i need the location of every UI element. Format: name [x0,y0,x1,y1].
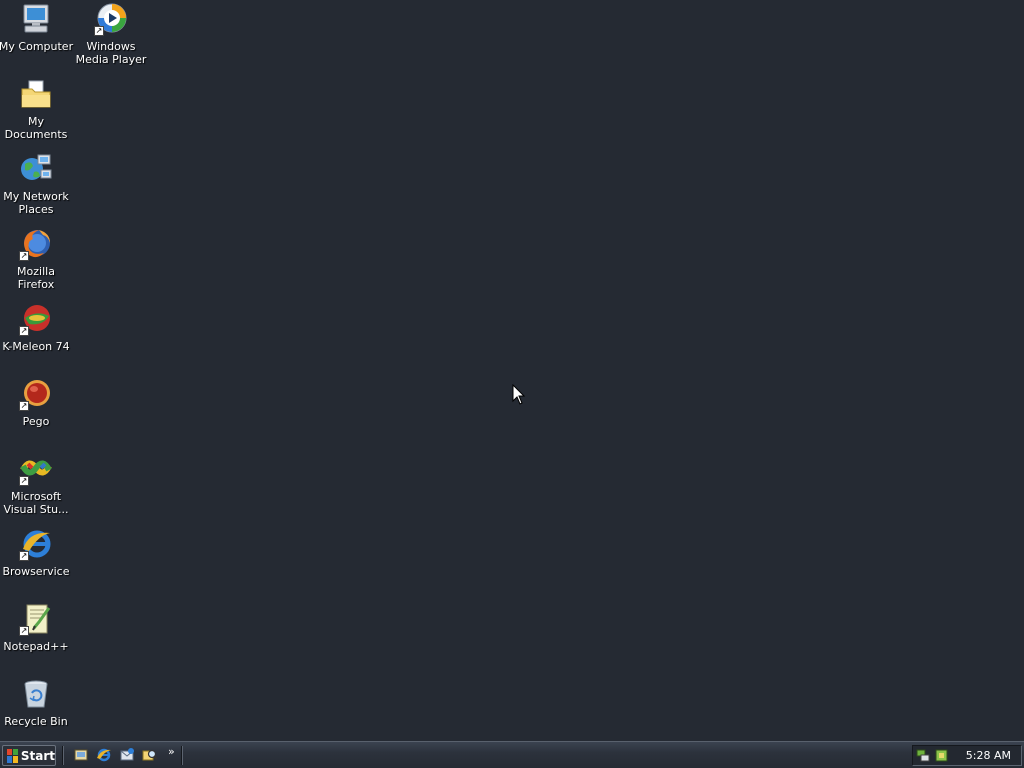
shortcut-arrow-icon: ↗ [19,551,29,561]
shortcut-arrow-icon: ↗ [19,401,29,411]
desktop-icon-label: K-Meleon 74 [2,340,70,353]
desktop-icon-label: My Documents [4,115,68,141]
desktop-icon-k-meleon-74[interactable]: ↗ K-Meleon 74 [0,302,72,353]
recycle-bin-icon [19,677,53,711]
tray-clock[interactable]: 5:28 AM [966,749,1011,762]
network-places-icon [19,152,53,186]
desktop-icon-label: Recycle Bin [4,715,68,728]
desktop-icon-windows-media-player[interactable]: ↗ Windows Media Player [75,2,147,66]
shortcut-arrow-icon: ↗ [19,626,29,636]
shortcut-arrow-icon: ↗ [19,476,29,486]
system-tray: 5:28 AM [912,745,1022,766]
taskbar-separator [181,746,183,765]
shortcut-arrow-icon: ↗ [19,326,29,336]
taskbar-separator [62,746,64,765]
desktop-icon-label: Microsoft Visual Stu... [3,490,69,516]
search-icon[interactable] [142,747,158,763]
desktop-icon-browservice[interactable]: ↗ Browservice [0,527,72,578]
documents-folder-icon [19,77,53,111]
desktop-icon-label: Notepad++ [3,640,69,653]
show-desktop-icon[interactable] [73,747,89,763]
desktop-icon-pego[interactable]: ↗ Pego [0,377,72,428]
desktop-icon-notepad-plus-plus[interactable]: ↗ Notepad++ [0,602,72,653]
desktop-icon-label: Windows Media Player [75,40,147,66]
shortcut-arrow-icon: ↗ [94,26,104,36]
desktop-icon-my-documents[interactable]: My Documents [0,77,72,141]
notepad-plus-plus-icon: ↗ [19,602,53,636]
desktop-icon-label: Browservice [2,565,70,578]
desktop-icon-my-network-places[interactable]: My Network Places [0,152,72,216]
taskbar: Start » 5:28 AM [0,741,1024,768]
internet-explorer-icon[interactable] [96,747,112,763]
pego-icon: ↗ [19,377,53,411]
internet-explorer-icon: ↗ [19,527,53,561]
mouse-cursor-icon [512,384,526,405]
firefox-icon: ↗ [19,227,53,261]
media-player-icon: ↗ [94,2,128,36]
network-tray-icon[interactable] [916,748,931,763]
desktop-icon-label: Pego [22,415,50,428]
quick-launch-overflow-chevron[interactable]: » [168,745,175,758]
desktop-icon-label: Mozilla Firefox [17,265,55,291]
start-button[interactable]: Start [2,745,56,766]
shortcut-arrow-icon: ↗ [19,251,29,261]
desktop-icon-my-computer[interactable]: My Computer [0,2,74,53]
desktop-icon-label: My Network Places [3,190,69,216]
outlook-express-icon[interactable] [119,747,135,763]
desktop-icon-recycle-bin[interactable]: Recycle Bin [0,677,72,728]
visual-studio-icon: ↗ [19,452,53,486]
desktop: My Computer ↗ Windows Media Player My Do… [0,0,1024,741]
start-label: Start [20,748,55,763]
k-meleon-icon: ↗ [19,302,53,336]
windows-logo-icon [7,748,18,763]
desktop-icon-mozilla-firefox[interactable]: ↗ Mozilla Firefox [0,227,72,291]
desktop-icon-label: My Computer [0,40,74,53]
desktop-icon-microsoft-visual-studio[interactable]: ↗ Microsoft Visual Stu... [0,452,72,516]
safely-remove-hardware-tray-icon[interactable] [934,748,949,763]
computer-icon [19,2,53,36]
